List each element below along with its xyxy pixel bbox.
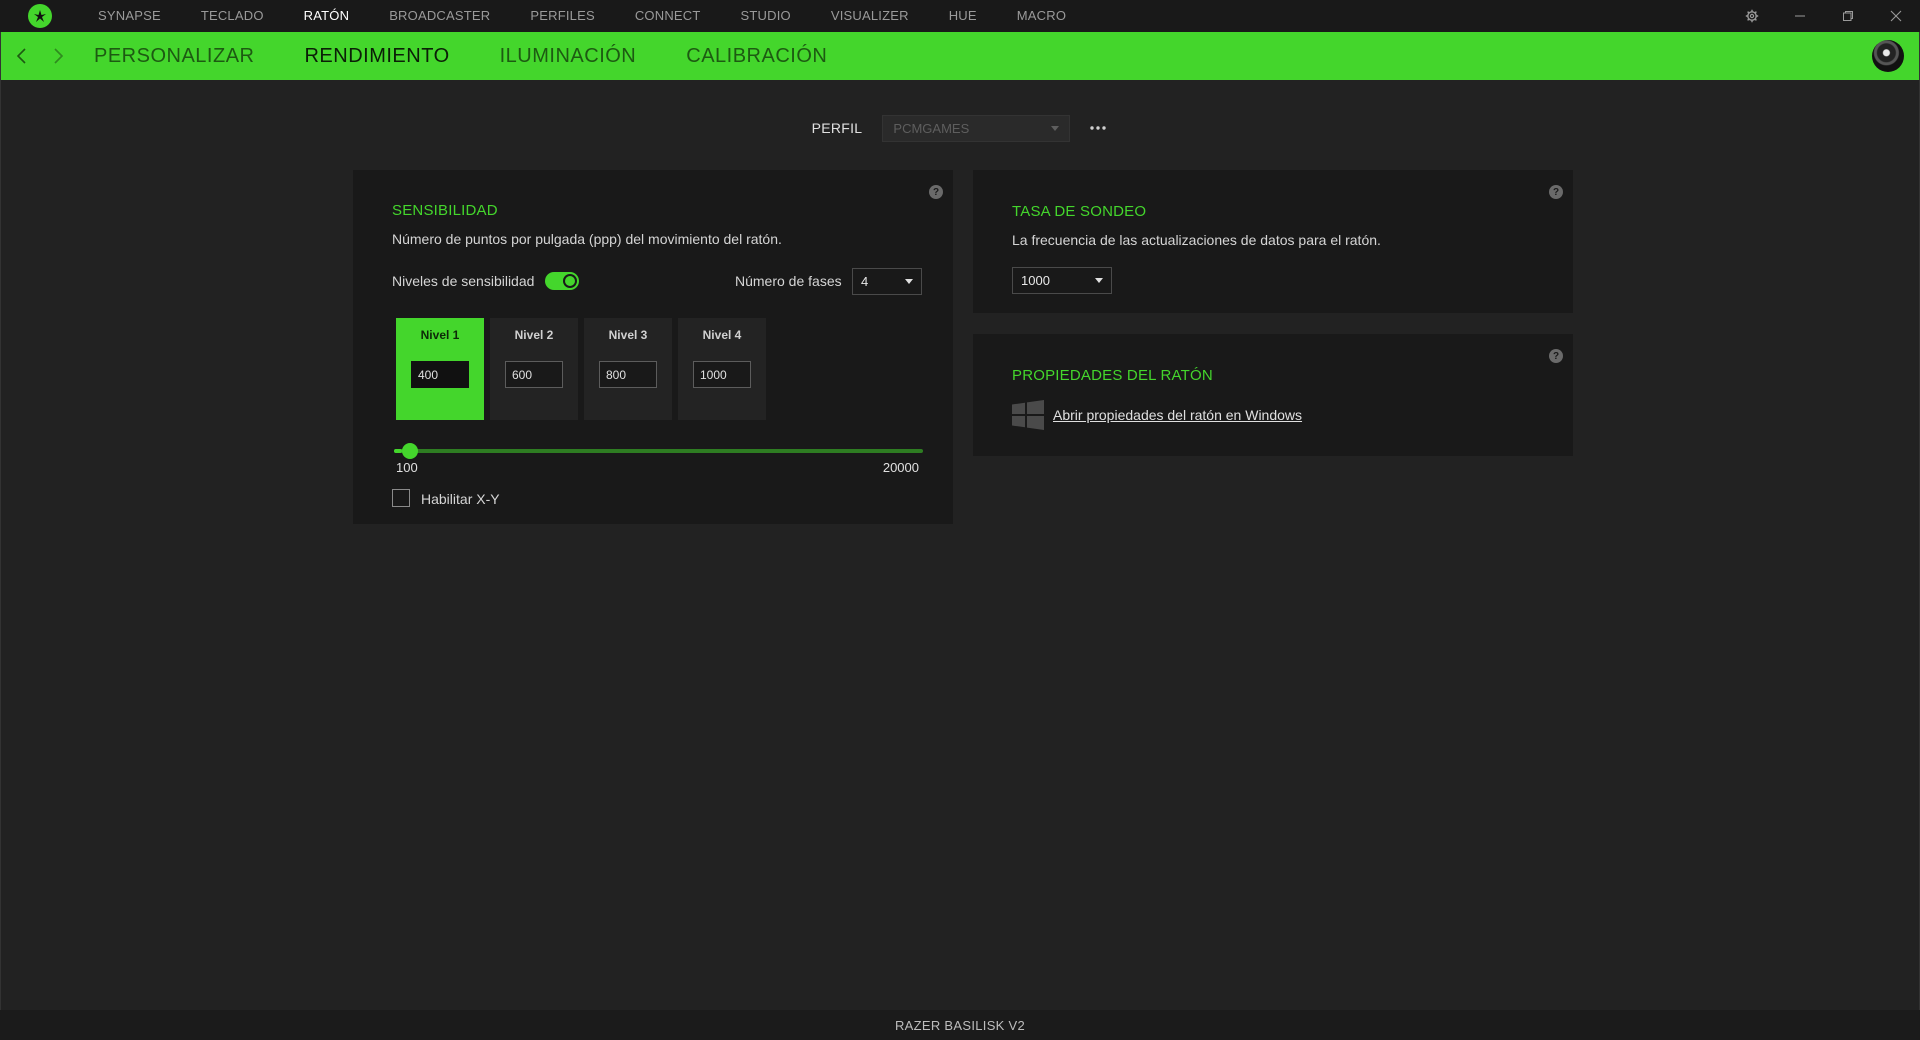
profile-label: PERFIL: [811, 120, 863, 136]
top-nav-raton[interactable]: RATÓN: [284, 0, 370, 32]
slider-max-label: 20000: [882, 460, 919, 475]
device-name: RAZER BASILISK V2: [894, 1017, 1026, 1033]
top-nav-teclado[interactable]: TECLADO: [181, 0, 284, 32]
profile-value: PCMGAMES: [893, 120, 970, 136]
top-nav: SYNAPSE TECLADO RATÓN BROADCASTER PERFIL…: [78, 0, 1086, 32]
level-name: Nivel 3: [608, 328, 648, 342]
level-3-input[interactable]: [599, 361, 657, 388]
top-nav-broadcaster[interactable]: BROADCASTER: [369, 0, 510, 32]
stages-label: Número de fases: [735, 273, 842, 289]
level-card-1[interactable]: Nivel 1: [396, 318, 484, 420]
window-controls: [1728, 0, 1920, 32]
gear-icon[interactable]: [1728, 0, 1776, 32]
top-nav-connect[interactable]: CONNECT: [615, 0, 721, 32]
stages-value: 4: [861, 274, 869, 289]
sensitivity-panel: ? SENSIBILIDAD Número de puntos por pulg…: [353, 170, 953, 524]
xy-label: Habilitar X-Y: [421, 491, 500, 507]
title-bar: SYNAPSE TECLADO RATÓN BROADCASTER PERFIL…: [0, 0, 1920, 32]
dpi-slider[interactable]: [394, 443, 923, 459]
back-button[interactable]: [4, 32, 40, 80]
level-name: Nivel 2: [514, 328, 554, 342]
top-nav-synapse[interactable]: SYNAPSE: [78, 0, 181, 32]
more-icon[interactable]: [1088, 126, 1108, 130]
tab-rendimiento[interactable]: RENDIMIENTO: [304, 45, 449, 68]
sub-nav-bar: PERSONALIZAR RENDIMIENTO ILUMINACIÓN CAL…: [0, 32, 1920, 80]
sub-nav: PERSONALIZAR RENDIMIENTO ILUMINACIÓN CAL…: [94, 45, 877, 68]
top-nav-visualizer[interactable]: VISUALIZER: [811, 0, 929, 32]
forward-button[interactable]: [40, 32, 76, 80]
level-name: Nivel 4: [702, 328, 742, 342]
top-nav-macro[interactable]: MACRO: [997, 0, 1086, 32]
maximize-icon[interactable]: [1824, 0, 1872, 32]
chevron-down-icon: [1051, 125, 1060, 131]
level-card-2[interactable]: Nivel 2: [490, 318, 578, 420]
xy-checkbox[interactable]: [392, 489, 410, 507]
dpi-slider-handle[interactable]: [402, 443, 418, 459]
razer-logo-icon[interactable]: [28, 4, 52, 28]
help-icon[interactable]: ?: [929, 185, 943, 199]
profile-row: PERFIL PCMGAMES: [0, 114, 1920, 142]
tab-calibracion[interactable]: CALIBRACIÓN: [686, 45, 827, 68]
top-nav-hue[interactable]: HUE: [929, 0, 997, 32]
chevron-down-icon: [1095, 278, 1103, 283]
help-icon[interactable]: ?: [1549, 349, 1563, 363]
polling-panel: ? TASA DE SONDEO La frecuencia de las ac…: [973, 170, 1573, 313]
chevron-left-icon: [16, 48, 26, 64]
tab-iluminacion[interactable]: ILUMINACIÓN: [500, 45, 637, 68]
level-card-4[interactable]: Nivel 4: [678, 318, 766, 420]
sensitivity-title: SENSIBILIDAD: [392, 202, 498, 219]
top-nav-perfiles[interactable]: PERFILES: [510, 0, 614, 32]
sensitivity-levels-label: Niveles de sensibilidad: [392, 273, 535, 289]
level-2-input[interactable]: [505, 361, 563, 388]
open-mouse-properties-link[interactable]: Abrir propiedades del ratón en Windows: [1053, 407, 1302, 423]
mouse-properties-title: PROPIEDADES DEL RATÓN: [1012, 367, 1213, 384]
polling-value: 1000: [1021, 273, 1050, 288]
close-icon[interactable]: [1872, 0, 1920, 32]
polling-dropdown[interactable]: 1000: [1012, 267, 1112, 294]
sensitivity-description: Número de puntos por pulgada (ppp) del m…: [392, 231, 782, 247]
sensitivity-levels-toggle[interactable]: [545, 272, 579, 290]
device-avatar[interactable]: [1872, 40, 1904, 72]
mouse-properties-panel: ? PROPIEDADES DEL RATÓN Abrir propiedade…: [973, 334, 1573, 456]
level-1-input[interactable]: [411, 361, 469, 388]
top-nav-studio[interactable]: STUDIO: [721, 0, 811, 32]
dpi-slider-fill: [394, 449, 402, 453]
windows-icon: [1012, 400, 1044, 435]
help-icon[interactable]: ?: [1549, 185, 1563, 199]
level-4-input[interactable]: [693, 361, 751, 388]
level-name: Nivel 1: [420, 328, 460, 342]
minimize-icon[interactable]: [1776, 0, 1824, 32]
slider-min-label: 100: [396, 460, 418, 475]
stages-dropdown[interactable]: 4: [852, 268, 922, 295]
device-footer: RAZER BASILISK V2: [0, 1010, 1920, 1040]
chevron-down-icon: [905, 279, 913, 284]
tab-personalizar[interactable]: PERSONALIZAR: [94, 45, 254, 68]
polling-description: La frecuencia de las actualizaciones de …: [1012, 232, 1381, 248]
profile-dropdown[interactable]: PCMGAMES: [882, 114, 1071, 142]
chevron-right-icon: [54, 48, 64, 64]
level-card-3[interactable]: Nivel 3: [584, 318, 672, 420]
window-border-left: [0, 32, 1, 1010]
polling-title: TASA DE SONDEO: [1012, 203, 1147, 220]
